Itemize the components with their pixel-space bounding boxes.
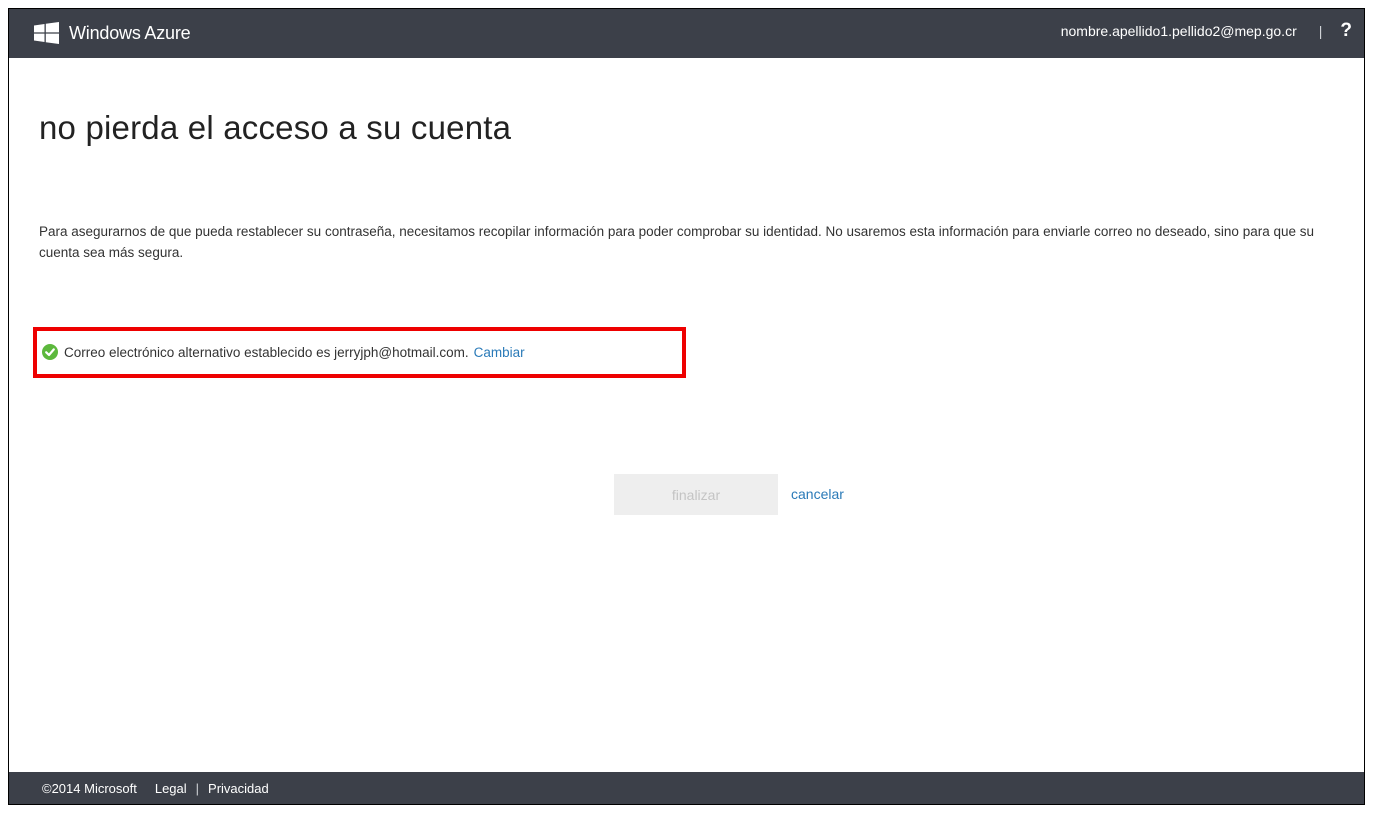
brand-name: Windows Azure (69, 22, 191, 43)
alternate-email-status: Correo electrónico alternativo estableci… (42, 344, 525, 360)
cancel-link[interactable]: cancelar (791, 486, 844, 502)
help-button[interactable]: ? (1340, 21, 1352, 40)
check-circle-icon (42, 344, 58, 360)
account-area: nombre.apellido1.pellido2@mep.go.cr | ? (1061, 21, 1352, 40)
footer-separator: | (195, 780, 200, 796)
windows-logo-icon (34, 22, 59, 44)
header-separator: | (1318, 23, 1323, 39)
user-email[interactable]: nombre.apellido1.pellido2@mep.go.cr (1061, 23, 1297, 39)
legal-link[interactable]: Legal (155, 781, 187, 796)
finish-button[interactable]: finalizar (614, 474, 778, 515)
app-window: Windows Azure nombre.apellido1.pellido2@… (8, 8, 1365, 805)
change-link[interactable]: Cambiar (474, 345, 525, 360)
page-title: no pierda el acceso a su cuenta (39, 109, 512, 146)
intro-text: Para asegurarnos de que pueda restablece… (39, 224, 1314, 260)
status-text: Correo electrónico alternativo estableci… (64, 344, 469, 360)
top-bar: Windows Azure nombre.apellido1.pellido2@… (9, 9, 1364, 58)
privacy-link[interactable]: Privacidad (208, 781, 269, 796)
footer: ©2014 Microsoft Legal | Privacidad (9, 772, 1364, 804)
brand[interactable]: Windows Azure (34, 22, 191, 44)
copyright: ©2014 Microsoft (42, 780, 137, 796)
